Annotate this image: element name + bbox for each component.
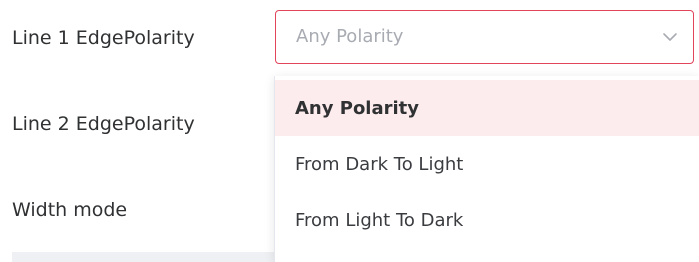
line1-edge-polarity-label: Line 1 EdgePolarity	[12, 27, 195, 49]
chevron-down-icon[interactable]	[661, 28, 679, 46]
width-mode-label: Width mode	[12, 199, 128, 221]
option-any-polarity[interactable]: Any Polarity	[275, 80, 699, 136]
option-light-to-dark[interactable]: From Light To Dark	[275, 192, 699, 248]
width-mode-field-edge	[12, 252, 312, 262]
line2-edge-polarity-label: Line 2 EdgePolarity	[12, 113, 195, 135]
line1-edge-polarity-select[interactable]: Any Polarity	[275, 10, 694, 64]
select-current-value: Any Polarity	[296, 26, 404, 47]
polarity-dropdown-menu: Any Polarity From Dark To Light From Lig…	[274, 76, 699, 262]
option-dark-to-light[interactable]: From Dark To Light	[275, 136, 699, 192]
